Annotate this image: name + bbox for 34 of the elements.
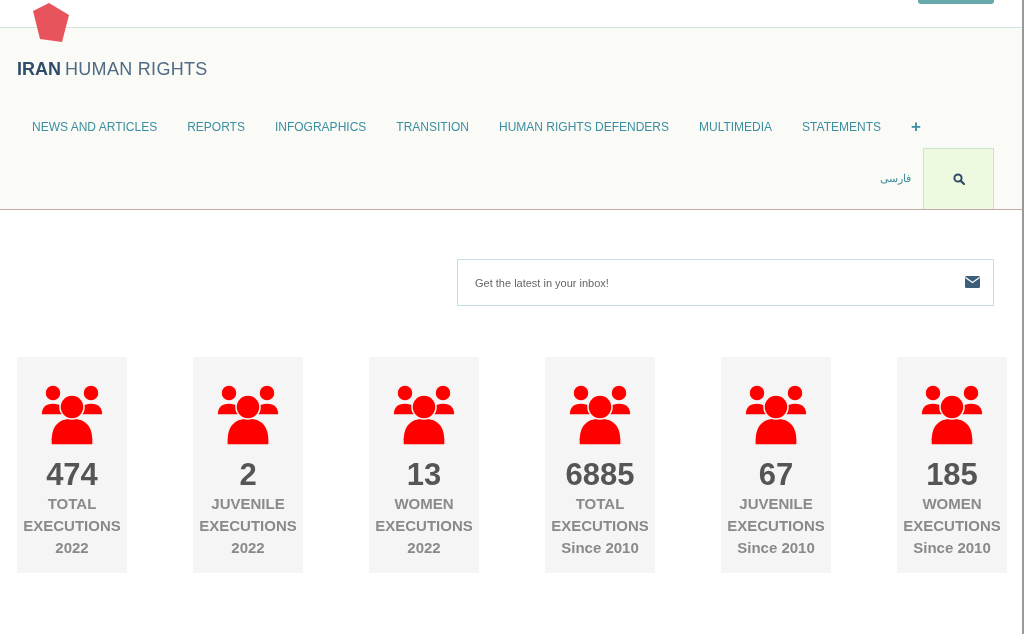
stat-number: 474 — [46, 457, 98, 493]
nav-link[interactable]: REPORTS — [187, 120, 245, 134]
stat-label: WOMEN EXECUTIONS 2022 — [374, 494, 474, 558]
group-of-people-icon — [919, 385, 985, 447]
group-of-people-icon — [743, 385, 809, 447]
nav-link[interactable]: MULTIMEDIA — [699, 120, 773, 134]
nav-link[interactable]: NEWS AND ARTICLES — [32, 120, 158, 134]
stat-number: 67 — [758, 457, 794, 493]
stat-label: TOTAL EXECUTIONS Since 2010 — [550, 494, 650, 558]
envelope-icon — [965, 276, 980, 288]
stat-label: WOMEN EXECUTIONS Since 2010 — [902, 494, 1002, 558]
stat-label: TOTAL EXECUTIONS 2022 — [22, 494, 122, 558]
site-logo[interactable]: IRAN HUMAN RIGHTS — [0, 28, 1022, 89]
nav-link[interactable]: HUMAN RIGHTS DEFENDERS — [498, 120, 669, 134]
stat-label: JUVENILE EXECUTIONS Since 2010 — [726, 494, 826, 558]
stat-number: 13 — [406, 457, 442, 493]
group-of-people-icon — [567, 385, 633, 447]
language-link[interactable]: فارسی — [880, 172, 911, 185]
stat-number: 185 — [926, 457, 978, 493]
nav-link[interactable]: TRANSITION — [396, 120, 469, 134]
group-of-people-icon — [39, 385, 105, 447]
nav-link[interactable]: STATEMENTS — [802, 120, 881, 134]
search-icon — [952, 173, 965, 185]
stat-number: 2 — [239, 457, 257, 493]
top-button[interactable] — [918, 0, 994, 4]
stat-label: JUVENILE EXECUTIONS 2022 — [198, 494, 298, 558]
stat-number: 6885 — [565, 457, 635, 493]
newsletter-field[interactable]: Get the latest in your inbox! — [457, 259, 994, 306]
nav-link[interactable]: INFOGRAPHICS — [274, 120, 367, 134]
group-of-people-icon — [391, 385, 457, 447]
search-button[interactable] — [923, 148, 994, 209]
pentagon-logo-icon — [32, 3, 70, 43]
more-link[interactable]: + — [911, 117, 921, 137]
group-of-people-icon — [215, 385, 281, 447]
